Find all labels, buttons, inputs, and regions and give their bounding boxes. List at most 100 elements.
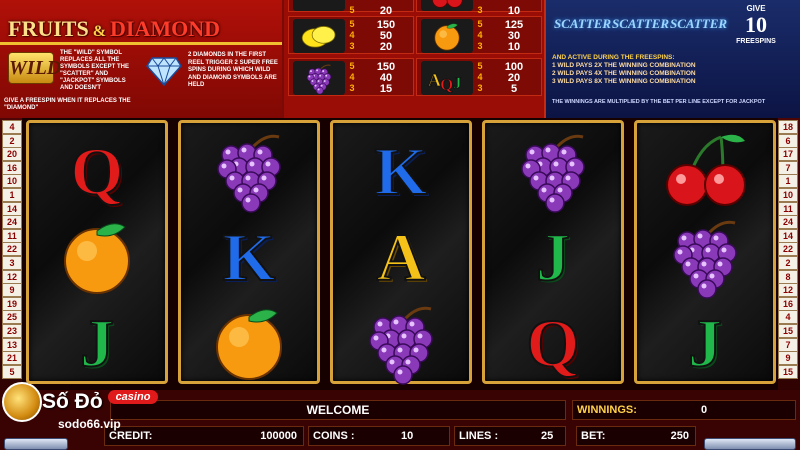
diamond-icon bbox=[146, 57, 182, 86]
payline-number[interactable]: 12 bbox=[2, 269, 22, 284]
match-count: 4 bbox=[477, 30, 483, 40]
payline-number[interactable]: 7 bbox=[778, 160, 798, 175]
payline-number[interactable]: 9 bbox=[2, 283, 22, 298]
match-count: 3 bbox=[349, 83, 355, 93]
cherry-icon bbox=[666, 134, 746, 206]
multiplier-note: THE WINNINGS ARE MULTIPLIED BY THE BET P… bbox=[552, 99, 766, 105]
scatter-label: SCATTER bbox=[612, 16, 670, 31]
game-title: FRUITS & DIAMOND bbox=[8, 16, 220, 42]
payline-number[interactable]: 1 bbox=[778, 174, 798, 189]
winnings-value: 0 bbox=[701, 404, 708, 416]
orange-icon bbox=[216, 309, 282, 380]
payline-number[interactable]: 5 bbox=[2, 364, 22, 379]
payline-number[interactable]: 7 bbox=[778, 337, 798, 352]
payline-number[interactable]: 14 bbox=[778, 228, 798, 243]
paytable: 5 20 5 150 4 50 3 20 5 150 4 40 3 15 3 10 5 125 4 30 3 10 A Q J 5… bbox=[284, 0, 544, 118]
payout-value: 20 bbox=[379, 41, 393, 53]
payline-number[interactable]: 16 bbox=[778, 296, 798, 311]
payline-number[interactable]: 14 bbox=[2, 201, 22, 216]
orange-icon bbox=[64, 223, 130, 294]
payline-number[interactable]: 19 bbox=[2, 296, 22, 311]
symbol-k: K bbox=[222, 218, 277, 296]
lines-label: LINES : bbox=[459, 430, 499, 442]
scatter-label: SCATTER bbox=[554, 16, 612, 31]
payline-number[interactable]: 24 bbox=[778, 215, 798, 230]
payline-number[interactable]: 10 bbox=[778, 188, 798, 202]
payline-number[interactable]: 22 bbox=[778, 242, 798, 257]
reel-symbol bbox=[637, 213, 773, 299]
payline-number[interactable]: 4 bbox=[2, 120, 22, 134]
reel-symbol: Q bbox=[29, 127, 165, 213]
bet-value: 250 bbox=[670, 430, 689, 442]
title-divider bbox=[0, 42, 282, 45]
payline-number[interactable]: 4 bbox=[778, 310, 798, 325]
payline-number[interactable]: 3 bbox=[2, 256, 22, 270]
paytable-entry: 5 20 bbox=[288, 0, 414, 17]
paytable-entry: 3 10 bbox=[416, 0, 542, 17]
payline-number[interactable]: 18 bbox=[778, 120, 798, 134]
payline-number[interactable]: 8 bbox=[778, 269, 798, 284]
rule-line: 3 WILD PAYS 8x THE WINNING COMBINATION bbox=[552, 78, 696, 85]
match-count: 3 bbox=[349, 41, 355, 51]
title-right: DIAMOND bbox=[110, 16, 221, 41]
bet-display[interactable]: BET: 250 bbox=[576, 426, 696, 446]
symbol-j: J bbox=[535, 218, 571, 296]
freespin-rules: AND ACTIVE DURING THE FREESPINS: 1 WILD … bbox=[552, 54, 792, 86]
payline-number[interactable]: 12 bbox=[778, 283, 798, 298]
payline-number[interactable]: 15 bbox=[778, 364, 798, 379]
message-display: WELCOME bbox=[110, 400, 566, 420]
paytable-entry: 5 125 4 30 3 10 bbox=[416, 16, 542, 54]
payline-number[interactable]: 1 bbox=[2, 188, 22, 202]
payline-number[interactable]: 25 bbox=[2, 310, 22, 325]
payline-number[interactable]: 21 bbox=[2, 351, 22, 366]
freespins-label: FREESPINS bbox=[736, 38, 776, 45]
reel-symbol bbox=[181, 299, 317, 385]
aqj-icon: AQJ bbox=[421, 61, 473, 95]
payline-number[interactable]: 24 bbox=[2, 215, 22, 230]
paytable-entry: 5 150 4 50 3 20 bbox=[288, 16, 414, 54]
lines-display[interactable]: LINES : 25 bbox=[454, 426, 566, 446]
payline-number[interactable]: 16 bbox=[2, 160, 22, 175]
reel-symbol bbox=[29, 213, 165, 299]
reel-symbol: J bbox=[485, 213, 621, 299]
payline-number[interactable]: 22 bbox=[2, 242, 22, 257]
rules-heading: AND ACTIVE DURING THE FREESPINS: bbox=[552, 54, 675, 61]
match-count: 3 bbox=[477, 41, 483, 51]
payline-number[interactable]: 6 bbox=[778, 133, 798, 148]
payline-number[interactable]: 9 bbox=[778, 351, 798, 366]
payline-number[interactable]: 15 bbox=[778, 324, 798, 338]
reel: J bbox=[634, 120, 776, 384]
payline-number[interactable]: 13 bbox=[2, 337, 22, 352]
payline-number[interactable]: 2 bbox=[778, 256, 798, 270]
match-count: 3 bbox=[477, 5, 483, 15]
rule-line: 2 WILD PAYS 4x THE WINNING COMBINATION bbox=[552, 70, 696, 77]
payline-number[interactable]: 2 bbox=[2, 133, 22, 148]
reel: QJ bbox=[26, 120, 168, 384]
reel-symbol: K bbox=[333, 127, 469, 213]
left-button[interactable] bbox=[4, 438, 68, 450]
payline-number[interactable]: 11 bbox=[778, 201, 798, 216]
wild-description-2: GIVE A FREESPIN WHEN IT REPLACES THE "DI… bbox=[4, 98, 131, 111]
payout-value: 5 bbox=[510, 83, 518, 95]
reel-symbol bbox=[637, 127, 773, 213]
coins-display[interactable]: COINS : 10 bbox=[308, 426, 450, 446]
scatter-label: SCATTER bbox=[670, 16, 728, 31]
payline-number[interactable]: 11 bbox=[2, 228, 22, 243]
wild-description: THE "WILD" SYMBOL REPLACES ALL THE SYMBO… bbox=[60, 50, 130, 91]
match-count: 5 bbox=[477, 19, 483, 29]
match-count: 5 bbox=[349, 5, 355, 15]
payline-number[interactable]: 10 bbox=[2, 174, 22, 189]
winnings-label: WINNINGS: bbox=[577, 404, 637, 416]
grapes-icon bbox=[369, 306, 433, 385]
spin-button[interactable] bbox=[704, 438, 796, 450]
payline-number[interactable]: 17 bbox=[778, 147, 798, 162]
title-amp: & bbox=[92, 23, 107, 40]
payline-number[interactable]: 23 bbox=[2, 324, 22, 338]
reel-symbol: J bbox=[637, 299, 773, 385]
paytable-entry: A Q J 5 100 4 20 3 5 bbox=[416, 58, 542, 96]
payline-number[interactable]: 20 bbox=[2, 147, 22, 162]
symbol-j: J bbox=[687, 304, 723, 382]
rule-line: 1 WILD PAYS 2x THE WINNING COMBINATION bbox=[552, 62, 696, 69]
match-count: 4 bbox=[349, 30, 355, 40]
coins-label: COINS : bbox=[313, 430, 355, 442]
